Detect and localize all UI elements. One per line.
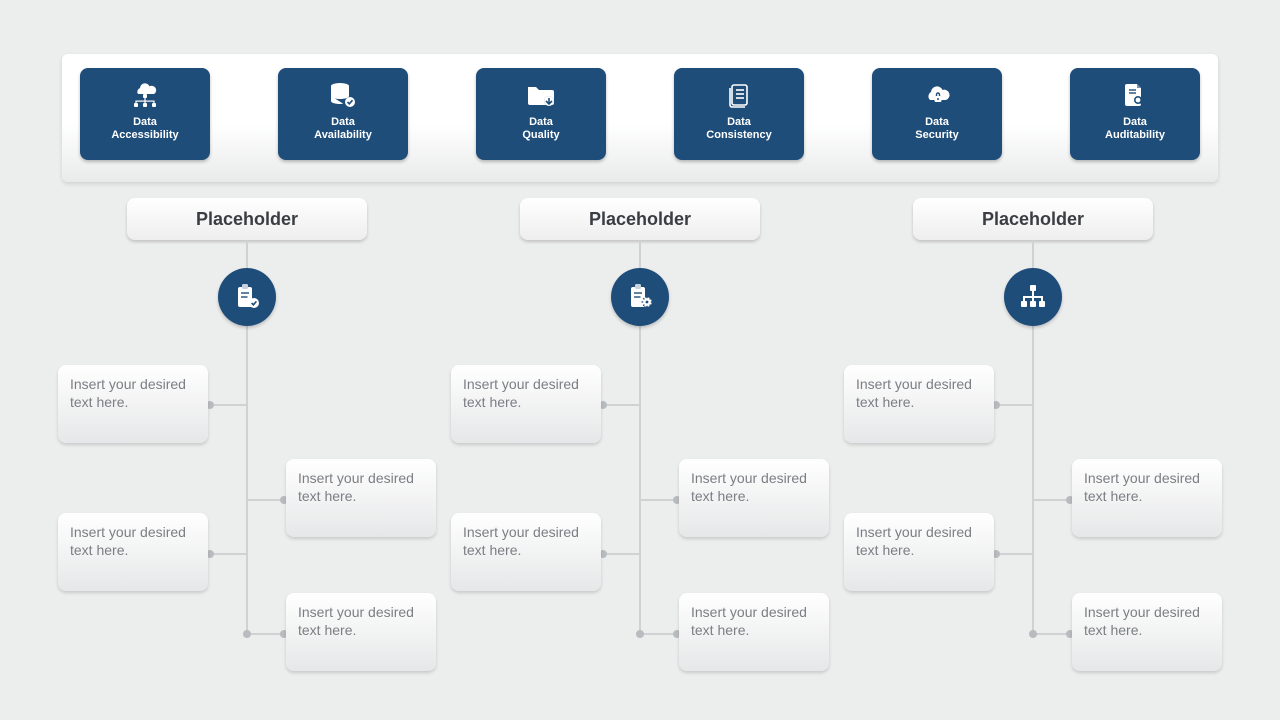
text-box: Insert your desired text here. [451, 365, 601, 443]
tile-auditability: DataAuditability [1070, 68, 1200, 160]
text-box: Insert your desired text here. [58, 365, 208, 443]
column-title-3: Placeholder [913, 198, 1153, 240]
column-icon-3 [1004, 268, 1062, 326]
top-tile-bar: DataAccessibility DataAvailability DataQ… [62, 54, 1218, 182]
document-lines-icon [727, 80, 751, 110]
tile-label: DataSecurity [915, 116, 958, 142]
connector-hline [248, 499, 284, 501]
connector-dot [243, 630, 251, 638]
document-search-icon [1122, 80, 1148, 110]
text-box: Insert your desired text here. [679, 593, 829, 671]
org-chart-icon [1018, 283, 1048, 311]
tile-consistency: DataConsistency [674, 68, 804, 160]
tile-availability: DataAvailability [278, 68, 408, 160]
tile-label: DataAuditability [1105, 116, 1165, 142]
slide-canvas: DataAccessibility DataAvailability DataQ… [0, 0, 1280, 720]
clipboard-check-icon [232, 282, 262, 312]
cloud-network-icon [130, 80, 160, 110]
connector-hline [603, 404, 639, 406]
connector-hline [1034, 499, 1070, 501]
connector-hline [210, 404, 246, 406]
text-box: Insert your desired text here. [844, 513, 994, 591]
text-box: Insert your desired text here. [451, 513, 601, 591]
text-box: Insert your desired text here. [1072, 459, 1222, 537]
database-check-icon [329, 80, 357, 110]
tile-quality: DataQuality [476, 68, 606, 160]
column-title-1: Placeholder [127, 198, 367, 240]
clipboard-gear-icon [625, 282, 655, 312]
text-box: Insert your desired text here. [679, 459, 829, 537]
connector-hline [248, 633, 284, 635]
text-box: Insert your desired text here. [1072, 593, 1222, 671]
connector-hline [1034, 633, 1070, 635]
folder-arrow-icon [526, 80, 556, 110]
tile-label: DataConsistency [706, 116, 771, 142]
tile-accessibility: DataAccessibility [80, 68, 210, 160]
cloud-lock-icon [922, 80, 952, 110]
text-box: Insert your desired text here. [58, 513, 208, 591]
tile-label: DataAccessibility [111, 116, 178, 142]
connector-hline [996, 404, 1032, 406]
connector-hline [996, 553, 1032, 555]
connector-hline [603, 553, 639, 555]
text-box: Insert your desired text here. [844, 365, 994, 443]
connector-dot [636, 630, 644, 638]
column-icon-2 [611, 268, 669, 326]
connector-hline [641, 499, 677, 501]
text-box: Insert your desired text here. [286, 459, 436, 537]
connector-dot [1029, 630, 1037, 638]
tile-label: DataQuality [522, 116, 559, 142]
text-box: Insert your desired text here. [286, 593, 436, 671]
tile-security: DataSecurity [872, 68, 1002, 160]
connector-hline [210, 553, 246, 555]
column-icon-1 [218, 268, 276, 326]
column-title-2: Placeholder [520, 198, 760, 240]
tile-label: DataAvailability [314, 116, 372, 142]
connector-hline [641, 633, 677, 635]
